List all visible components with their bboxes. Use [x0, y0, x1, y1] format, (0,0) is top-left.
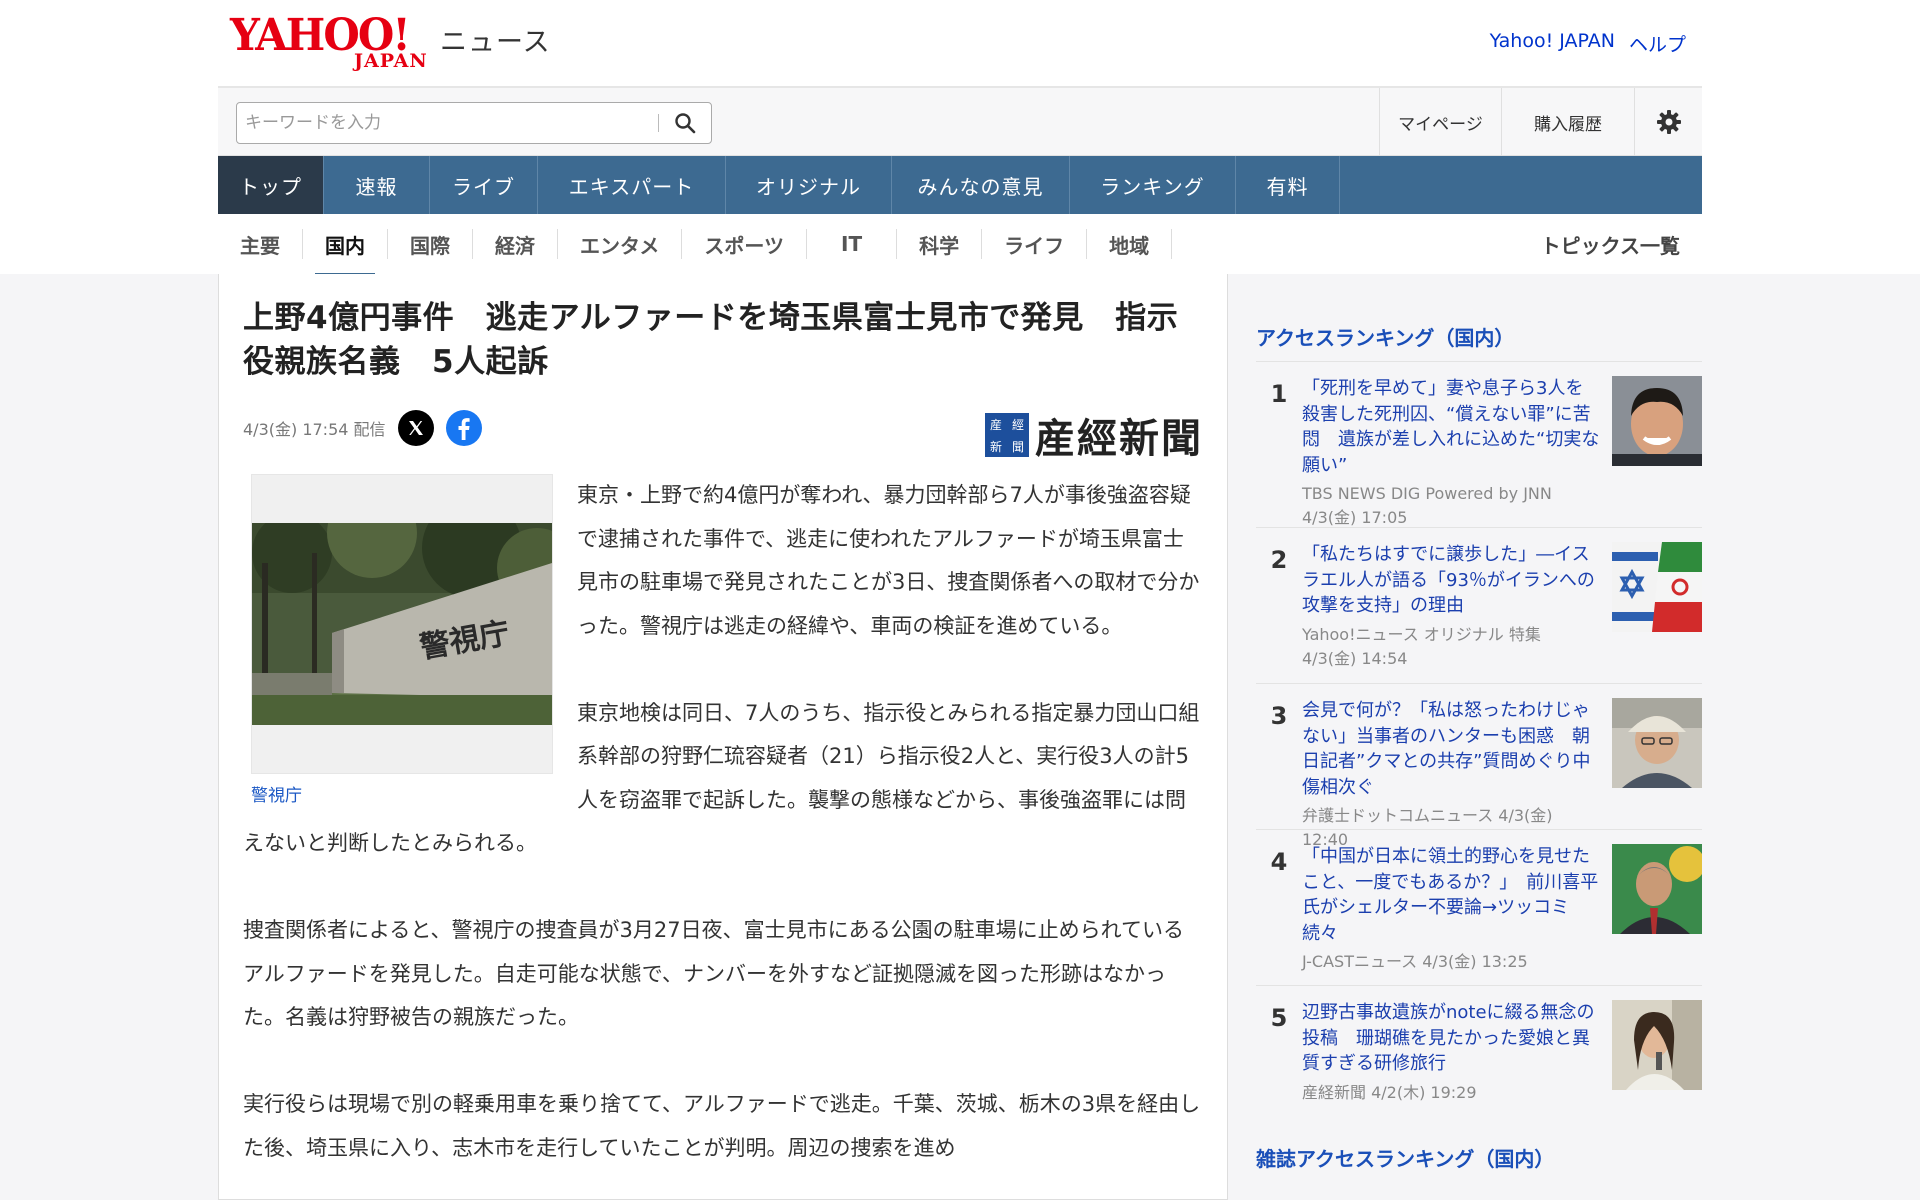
yahoo-news-logo[interactable]: YAHOO! JAPAN ニュース	[230, 14, 551, 73]
ranking-text: 会見で何が？「私は怒ったわけじゃない」当事者のハンターも困惑 朝日記者”クマとの…	[1302, 698, 1600, 849]
ranking-number: 4	[1270, 848, 1288, 876]
x-logo-icon	[408, 421, 423, 435]
category-local[interactable]: 地域	[1087, 229, 1173, 259]
article-date: 4/3(金) 17:54 配信	[243, 420, 386, 439]
ranking-text: 「死刑を早めて」妻や息子ら3人を殺害した死刑囚、“償えない罪”に苦悶 遺族が差し…	[1302, 376, 1600, 527]
sidebar: アクセスランキング（国内） 1 「死刑を早めて」妻や息子ら3人を殺害した死刑囚、…	[1256, 274, 1702, 1200]
article: 上野4億円事件 逃走アルファードを埼玉県富士見市で発見 指示役親族名義 5人起訴…	[218, 274, 1228, 1200]
header-links: Yahoo! JAPAN ヘルプ	[1490, 30, 1686, 57]
category-sports[interactable]: スポーツ	[682, 229, 808, 259]
ranking-text: 「私たちはすでに譲歩した」―イスラエル人が語る「93％がイランへの攻撃を支持」の…	[1302, 542, 1600, 671]
gear-icon	[1656, 110, 1681, 134]
share-x-button[interactable]	[397, 410, 434, 446]
share-facebook-button[interactable]	[445, 410, 482, 446]
article-paragraph: 実行役らは現場で別の軽乗用車を乗り捨てて、アルファードで逃走。千葉、茨城、栃木の…	[243, 1092, 1201, 1160]
flags-thumbnail	[1612, 542, 1702, 632]
hunter-thumbnail	[1612, 698, 1702, 788]
main-nav-original[interactable]: オリジナル	[726, 156, 892, 214]
article-meta: 4/3(金) 17:54 配信 産 經 新 聞 産經新聞	[243, 406, 1203, 462]
police-hq-sign-photo: 警視庁	[252, 523, 552, 725]
ranking-source: J-CASTニュース 4/3(金) 13:25	[1302, 952, 1528, 971]
publisher-mark-char: 新	[989, 439, 1002, 454]
category-world[interactable]: 国際	[388, 229, 473, 259]
main-nav-ranking[interactable]: ランキング	[1070, 156, 1236, 214]
ranking-source: TBS NEWS DIG Powered by JNN	[1302, 484, 1552, 503]
ranking-title: 「死刑を早めて」妻や息子ら3人を殺害した死刑囚、“償えない罪”に苦悶 遺族が差し…	[1302, 378, 1600, 476]
category-life[interactable]: ライフ	[982, 229, 1088, 259]
site-header: YAHOO! JAPAN ニュース Yahoo! JAPAN ヘルプ	[218, 0, 1702, 88]
category-main[interactable]: 主要	[218, 229, 303, 259]
ranking-thumbnail	[1612, 844, 1702, 934]
category-domestic[interactable]: 国内	[303, 229, 388, 277]
ranking-title: 「中国が日本に領土的野心を見せたこと、一度でもあるか？」 前川喜平氏がシェルター…	[1302, 846, 1599, 944]
yahoo-japan-logo: YAHOO! JAPAN	[230, 14, 436, 73]
main-nav-live[interactable]: ライブ	[430, 156, 538, 214]
user-links: マイページ 購入履歴	[1379, 88, 1702, 156]
main-nav-breaking[interactable]: 速報	[324, 156, 430, 214]
magazine-ranking-title: 雑誌アクセスランキング（国内）	[1256, 1147, 1555, 1171]
article-title: 上野4億円事件 逃走アルファードを埼玉県富士見市で発見 指示役親族名義 5人起訴	[243, 300, 1179, 380]
article-figure: 警視庁 警視庁	[251, 474, 553, 808]
settings-button[interactable]	[1634, 88, 1702, 156]
facebook-logo-icon	[458, 418, 470, 440]
mypage-link[interactable]: マイページ	[1379, 88, 1501, 156]
publisher-mark-char: 産	[989, 417, 1002, 432]
ranking-source: Yahoo!ニュース オリジナル 特集	[1302, 624, 1541, 644]
main-nav-paid[interactable]: 有料	[1236, 156, 1340, 214]
woman-thumbnail	[1612, 1000, 1702, 1090]
search-input[interactable]	[237, 104, 658, 142]
purchase-history-link[interactable]: 購入履歴	[1501, 88, 1634, 156]
ranking-number: 3	[1270, 702, 1288, 730]
ranking-thumbnail	[1612, 376, 1702, 466]
search-button[interactable]	[659, 103, 711, 143]
category-science[interactable]: 科学	[897, 229, 983, 259]
logo-section-name: ニュース	[440, 27, 551, 58]
help-link[interactable]: ヘルプ	[1629, 30, 1686, 57]
ranking-title: 会見で何が？「私は怒ったわけじゃない」当事者のハンターも困惑 朝日記者”クマとの…	[1302, 700, 1591, 798]
portrait-thumbnail	[1612, 376, 1702, 466]
ranking-text: 「中国が日本に領土的野心を見せたこと、一度でもあるか？」 前川喜平氏がシェルター…	[1302, 844, 1600, 973]
logo-japan-text: JAPAN	[354, 50, 428, 72]
category-nav: 主要 国内 国際 経済 エンタメ スポーツ IT 科学 ライフ 地域 トピックス…	[218, 214, 1702, 277]
ranking-item[interactable]: 2 「私たちはすでに譲歩した」―イスラエル人が語る「93％がイランへの攻撃を支持…	[1256, 527, 1702, 683]
ranking-text: 辺野古事故遺族がnoteに綴る無念の投稿 珊瑚礁を見たかった愛娘と異質すぎる研修…	[1302, 1000, 1600, 1103]
category-entertainment[interactable]: エンタメ	[558, 229, 683, 259]
ranking-title: 辺野古事故遺族がnoteに綴る無念の投稿 珊瑚礁を見たかった愛娘と異質すぎる研修…	[1302, 1002, 1595, 1074]
publisher-mark-char: 經	[1011, 417, 1024, 432]
ranking-title: 「私たちはすでに譲歩した」―イスラエル人が語る「93％がイランへの攻撃を支持」の…	[1302, 544, 1595, 616]
publisher-mark-char: 聞	[1011, 439, 1024, 454]
publisher-mark: 産 經 新 聞	[985, 413, 1029, 457]
ranking-item[interactable]: 3 会見で何が？「私は怒ったわけじゃない」当事者のハンターも困惑 朝日記者”クマ…	[1256, 683, 1702, 849]
article-body: 警視庁 警視庁 東京・上野で約4億円が奪われ、暴力団幹部ら7人が事後強盗容疑で逮…	[243, 474, 1203, 1170]
ranking-number: 5	[1270, 1004, 1288, 1032]
ranking-item[interactable]: 1 「死刑を早めて」妻や息子ら3人を殺害した死刑囚、“償えない罪”に苦悶 遺族が…	[1256, 361, 1702, 527]
article-paragraph: 捜査関係者によると、警視庁の捜査員が3月27日夜、富士見市にある公園の駐車場に止…	[243, 918, 1184, 1029]
search-icon	[675, 113, 696, 134]
yahoo-japan-link[interactable]: Yahoo! JAPAN	[1490, 30, 1615, 57]
search-box	[236, 102, 712, 144]
ranking-number: 2	[1270, 546, 1288, 574]
main-nav: トップ 速報 ライブ エキスパート オリジナル みんなの意見 ランキング 有料	[218, 156, 1702, 214]
ranking-time: 4/3(金) 14:54	[1302, 648, 1408, 668]
ranking-item[interactable]: 4 「中国が日本に領土的野心を見せたこと、一度でもあるか？」 前川喜平氏がシェル…	[1256, 829, 1702, 985]
search-bar: マイページ 購入履歴	[218, 88, 1702, 156]
publisher-name: 産經新聞	[1035, 415, 1203, 462]
ranking-item[interactable]: 5 辺野古事故遺族がnoteに綴る無念の投稿 珊瑚礁を見たかった愛娘と異質すぎる…	[1256, 985, 1702, 1115]
speaker-thumbnail	[1612, 844, 1702, 934]
access-ranking-title: アクセスランキング（国内）	[1256, 326, 1515, 350]
article-image[interactable]: 警視庁	[251, 474, 553, 774]
ranking-number: 1	[1270, 380, 1288, 408]
ranking-thumbnail	[1612, 1000, 1702, 1090]
main-nav-opinions[interactable]: みんなの意見	[892, 156, 1070, 214]
category-economy[interactable]: 経済	[473, 229, 558, 259]
publisher-logo[interactable]: 産 經 新 聞 産經新聞	[985, 406, 1203, 464]
ranking-source: 産経新聞 4/2(木) 19:29	[1302, 1082, 1477, 1102]
category-it[interactable]: IT	[807, 229, 898, 259]
ranking-thumbnail	[1612, 542, 1702, 632]
topics-list-link[interactable]: トピックス一覧	[1541, 230, 1680, 259]
main-nav-expert[interactable]: エキスパート	[538, 156, 726, 214]
ranking-thumbnail	[1612, 698, 1702, 788]
image-caption[interactable]: 警視庁	[251, 784, 553, 808]
main-nav-top[interactable]: トップ	[218, 156, 324, 214]
